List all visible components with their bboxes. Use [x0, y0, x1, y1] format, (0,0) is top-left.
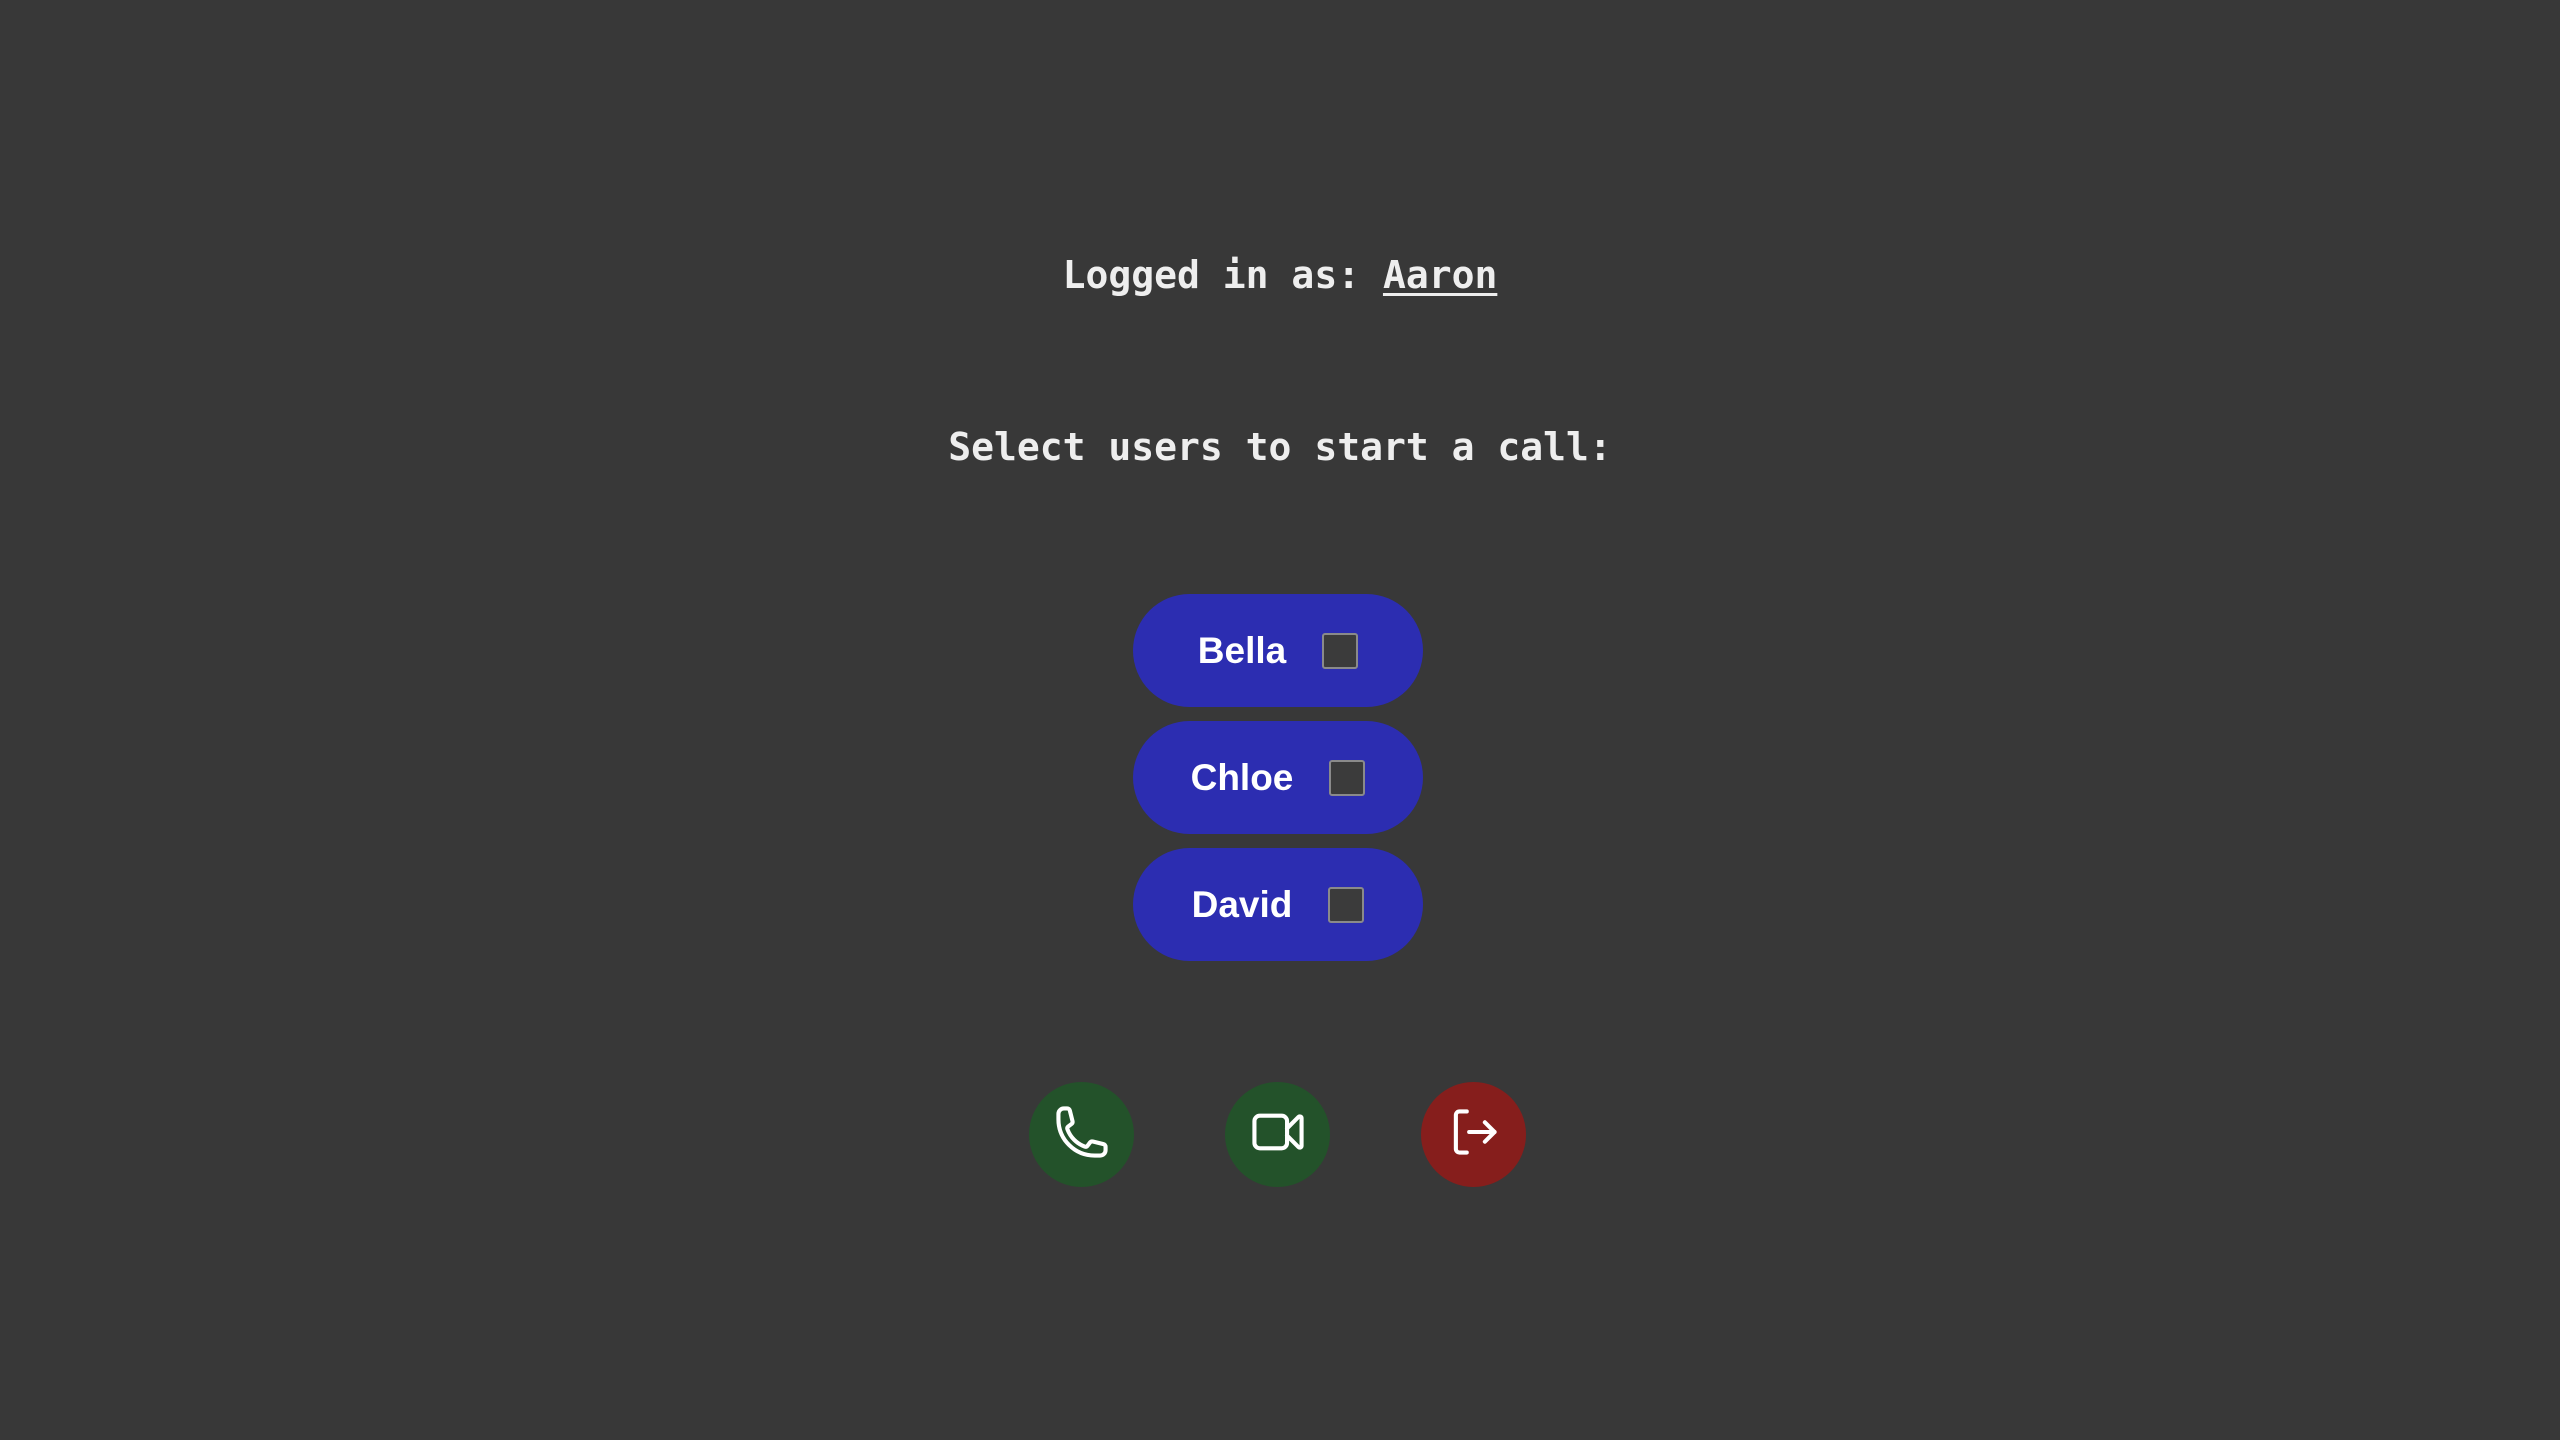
- call-actions: [1029, 1082, 1526, 1187]
- phone-icon: [1053, 1103, 1111, 1166]
- user-name: Chloe: [1190, 756, 1294, 798]
- username-link[interactable]: Aaron: [1383, 253, 1497, 297]
- logout-icon: [1445, 1103, 1503, 1166]
- user-option-david[interactable]: David: [1133, 848, 1423, 961]
- video-camera-icon: [1249, 1103, 1307, 1166]
- user-checkbox[interactable]: [1329, 759, 1366, 796]
- logged-in-label: Logged in as:: [1062, 253, 1383, 297]
- logout-button[interactable]: [1421, 1082, 1526, 1187]
- audio-call-button[interactable]: [1029, 1082, 1134, 1187]
- select-users-heading: Select users to start a call:: [948, 425, 1612, 469]
- app-screen: Logged in as: Aaron Select users to star…: [0, 0, 2560, 1440]
- user-name: Bella: [1197, 629, 1287, 671]
- user-checkbox[interactable]: [1328, 886, 1365, 923]
- user-list: Bella Chloe David: [1133, 594, 1423, 975]
- video-call-button[interactable]: [1225, 1082, 1330, 1187]
- user-name: David: [1191, 883, 1293, 925]
- logged-in-status: Logged in as: Aaron: [0, 248, 2560, 302]
- user-option-bella[interactable]: Bella: [1133, 594, 1423, 707]
- user-option-chloe[interactable]: Chloe: [1133, 721, 1423, 834]
- user-checkbox[interactable]: [1322, 632, 1359, 669]
